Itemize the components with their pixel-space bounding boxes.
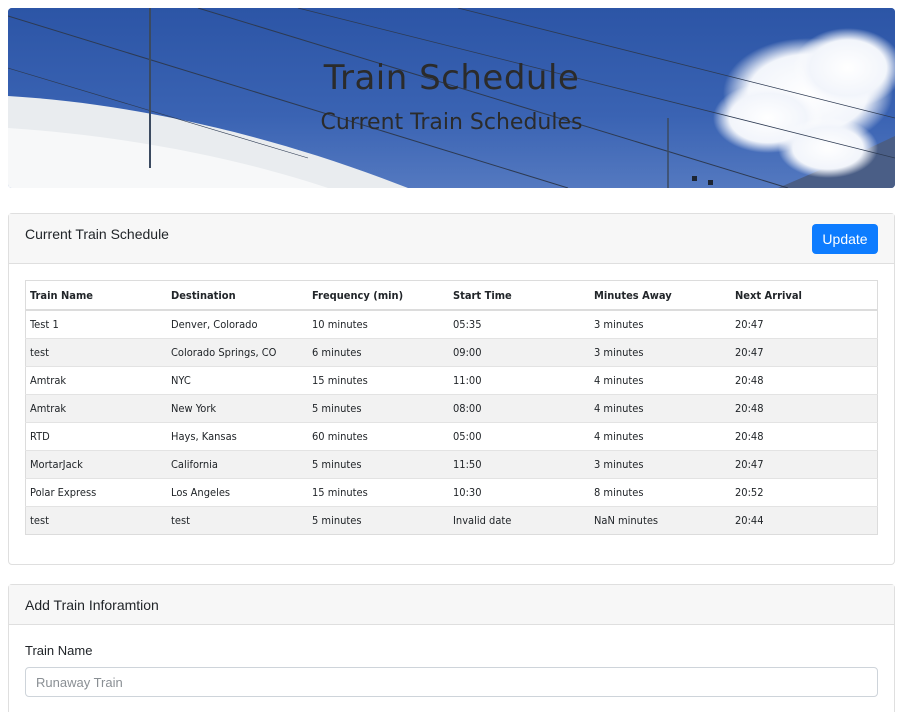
table-cell: 20:48 [731,366,878,395]
table-cell: New York [167,394,308,423]
table-cell: 15 minutes [308,366,449,395]
table-cell: 3 minutes [590,309,731,339]
table-cell: 20:47 [731,309,878,339]
table-row: Test 1 Denver, Colorado 10 minutes 05:35… [25,309,878,339]
table-cell: 3 minutes [590,450,731,479]
table-cell: 20:52 [731,478,878,507]
table-row: Amtrak NYC 15 minutes 11:00 4 minutes 20… [25,366,878,395]
table-row: test test 5 minutes Invalid date NaN min… [25,506,878,535]
page-subtitle: Current Train Schedules [320,110,583,135]
table-cell: 10 minutes [308,309,449,339]
table-cell: Denver, Colorado [167,309,308,339]
table-cell: 15 minutes [308,478,449,507]
table-cell: 5 minutes [308,506,449,535]
table-header-row: Train Name Destination Frequency (min) S… [25,280,878,311]
table-cell: NaN minutes [590,506,731,535]
table-cell: 4 minutes [590,394,731,423]
table-cell: Invalid date [449,506,590,535]
table-cell: California [167,450,308,479]
update-button[interactable]: Update [812,224,878,254]
table-row: MortarJack California 5 minutes 11:50 3 … [25,450,878,479]
table-cell: 5 minutes [308,450,449,479]
table-cell: NYC [167,366,308,395]
table-cell: 10:30 [449,478,590,507]
table-row: Amtrak New York 5 minutes 08:00 4 minute… [25,394,878,423]
add-train-card: Add Train Inforamtion Train Name [8,584,895,712]
table-cell: 09:00 [449,338,590,367]
table-row: Polar Express Los Angeles 15 minutes 10:… [25,478,878,507]
table-cell: 20:48 [731,394,878,423]
table-cell: test [25,506,167,535]
table-cell: Polar Express [25,478,167,507]
table-cell: 4 minutes [590,422,731,451]
table-cell: 20:44 [731,506,878,535]
column-header: Destination [167,280,308,311]
column-header: Next Arrival [731,280,878,311]
page-title: Train Schedule [323,58,580,98]
table-cell: 05:00 [449,422,590,451]
table-cell: Hays, Kansas [167,422,308,451]
table-row: test Colorado Springs, CO 6 minutes 09:0… [25,338,878,367]
column-header: Start Time [449,280,590,311]
column-header: Minutes Away [590,280,731,311]
banner-background-image [8,8,895,188]
schedule-table-body: Test 1 Denver, Colorado 10 minutes 05:35… [25,309,878,535]
table-cell: Los Angeles [167,478,308,507]
table-cell: test [25,338,167,367]
table-cell: 20:47 [731,338,878,367]
table-cell: 20:47 [731,450,878,479]
table-cell: Amtrak [25,394,167,423]
table-cell: 05:35 [449,309,590,339]
table-cell: 3 minutes [590,338,731,367]
jumbotron-banner: Train Schedule Current Train Schedules [8,8,895,188]
table-cell: RTD [25,422,167,451]
table-cell: Colorado Springs, CO [167,338,308,367]
train-name-input[interactable] [25,667,878,697]
table-cell: 4 minutes [590,366,731,395]
train-schedule-table: Train Name Destination Frequency (min) S… [25,280,878,535]
table-cell: Amtrak [25,366,167,395]
column-header: Frequency (min) [308,280,449,311]
table-cell: 20:48 [731,422,878,451]
column-header: Train Name [25,280,167,311]
table-cell: 5 minutes [308,394,449,423]
table-cell: 08:00 [449,394,590,423]
table-cell: 60 minutes [308,422,449,451]
add-train-card-header: Add Train Inforamtion [9,585,894,625]
schedule-card-title: Current Train Schedule [25,226,169,242]
table-cell: 11:50 [449,450,590,479]
table-cell: test [167,506,308,535]
page: Train Schedule Current Train Schedules C… [0,0,902,712]
table-cell: 8 minutes [590,478,731,507]
table-row: RTD Hays, Kansas 60 minutes 05:00 4 minu… [25,422,878,451]
train-name-label: Train Name [25,643,93,658]
table-cell: Test 1 [25,309,167,339]
table-cell: 11:00 [449,366,590,395]
table-cell: MortarJack [25,450,167,479]
schedule-card-header: Current Train Schedule Update [9,214,894,264]
schedule-card: Current Train Schedule Update Train Name… [8,213,895,565]
table-cell: 6 minutes [308,338,449,367]
